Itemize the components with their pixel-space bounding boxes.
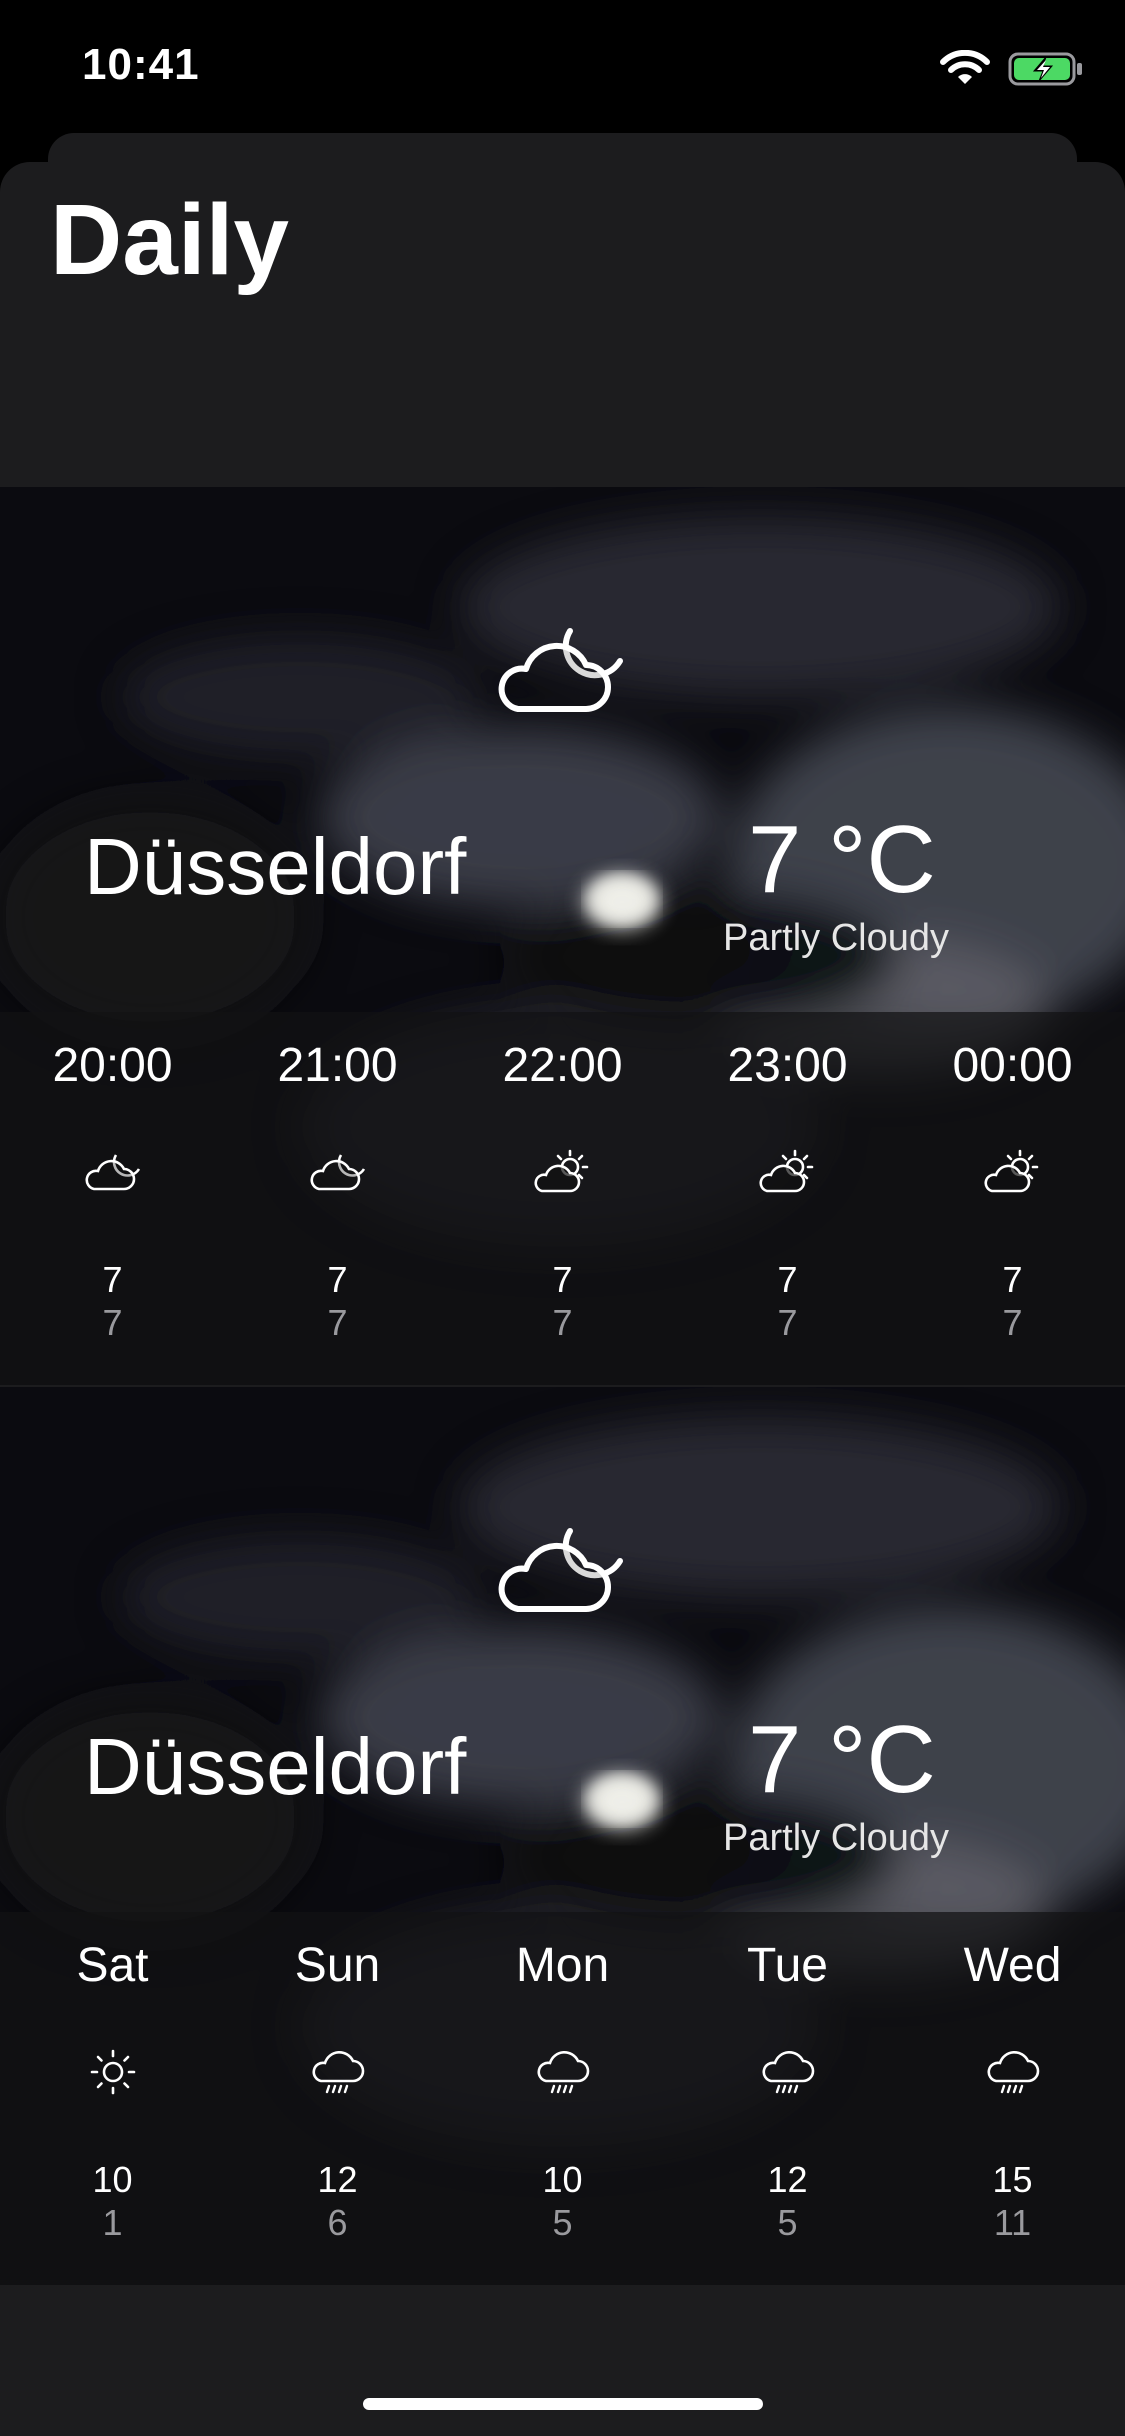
day-temp-low: 6 (327, 2202, 348, 2243)
day-temp-high: 10 (92, 2159, 133, 2200)
cloud-moon-icon (310, 1154, 366, 1191)
hour-label: 23:00 (727, 1039, 848, 1092)
current-temperature: 7 °C (748, 1706, 936, 1813)
rain-cloud-icon (537, 2051, 590, 2094)
hourly-item[interactable]: 23:00 7 7 (675, 1012, 900, 1385)
day-temp-high: 15 (992, 2159, 1033, 2200)
hour-temp-high: 7 (327, 1259, 348, 1300)
hourly-item[interactable]: 22:00 7 7 (450, 1012, 675, 1385)
day-temp-low: 1 (102, 2202, 123, 2243)
hour-temp-low: 7 (552, 1302, 573, 1343)
cloud-sun-icon (984, 1149, 1039, 1193)
daily-item[interactable]: Mon 10 5 (450, 1912, 675, 2285)
hour-label: 22:00 (502, 1039, 623, 1092)
day-label: Sat (76, 1939, 149, 1992)
daily-item[interactable]: Sat 10 1 (0, 1912, 225, 2285)
hour-temp-low: 7 (102, 1302, 123, 1343)
day-temp-high: 10 (542, 2159, 583, 2200)
status-time: 10:41 (82, 40, 200, 89)
daily-weather-card[interactable]: Düsseldorf 7 °C Partly Cloudy Sat 10 1 S… (0, 1387, 1125, 2285)
cloud-moon-icon (85, 1154, 141, 1191)
current-weather-header: Düsseldorf 7 °C Partly Cloudy (0, 487, 1125, 1012)
day-temp-low: 5 (552, 2202, 573, 2243)
hourly-item[interactable]: 20:00 7 7 (0, 1012, 225, 1385)
hour-temp-high: 7 (552, 1259, 573, 1300)
hourly-item[interactable]: 21:00 7 7 (225, 1012, 450, 1385)
day-temp-low: 11 (993, 2202, 1032, 2243)
day-temp-low: 5 (777, 2202, 798, 2243)
day-label: Tue (747, 1939, 828, 1992)
rain-cloud-icon (762, 2051, 815, 2094)
city-name: Düsseldorf (84, 1722, 467, 1811)
cloud-moon-icon (498, 1528, 623, 1612)
day-label: Sun (294, 1939, 381, 1992)
cloud-moon-icon (498, 628, 623, 712)
daily-item[interactable]: Tue 12 5 (675, 1912, 900, 2285)
hourly-weather-card[interactable]: Düsseldorf 7 °C Partly Cloudy 20:00 7 7 … (0, 487, 1125, 1385)
daily-forecast-strip[interactable]: Sat 10 1 Sun 12 6 Mon 10 5 Tue 12 5 Wed … (0, 1912, 1125, 2285)
day-temp-high: 12 (317, 2159, 358, 2200)
daily-item[interactable]: Sun 12 6 (225, 1912, 450, 2285)
home-indicator[interactable] (363, 2398, 763, 2410)
hour-temp-high: 7 (102, 1259, 123, 1300)
hour-label: 21:00 (277, 1039, 398, 1092)
cloud-sun-icon (534, 1149, 589, 1193)
current-condition: Partly Cloudy (723, 917, 949, 959)
current-temperature: 7 °C (748, 806, 936, 913)
cloud-sun-icon (759, 1149, 814, 1193)
day-temp-high: 12 (767, 2159, 808, 2200)
hour-temp-high: 7 (1002, 1259, 1023, 1300)
day-label: Wed (963, 1939, 1062, 1992)
hour-temp-low: 7 (1002, 1302, 1023, 1343)
page-title: Daily (50, 184, 290, 296)
daily-item[interactable]: Wed 15 11 (900, 1912, 1125, 2285)
hour-label: 00:00 (952, 1039, 1073, 1092)
current-condition: Partly Cloudy (723, 1817, 949, 1859)
wifi-icon (940, 50, 990, 84)
sun-icon (90, 2049, 136, 2095)
hourly-forecast-strip[interactable]: 20:00 7 7 21:00 7 7 22:00 7 7 23:00 7 7 … (0, 1012, 1125, 1385)
rain-cloud-icon (987, 2051, 1040, 2094)
rain-cloud-icon (312, 2051, 365, 2094)
hour-temp-low: 7 (327, 1302, 348, 1343)
hour-temp-low: 7 (777, 1302, 798, 1343)
hourly-item[interactable]: 00:00 7 7 (900, 1012, 1125, 1385)
battery-charging-icon (1008, 52, 1082, 86)
city-name: Düsseldorf (84, 822, 467, 911)
hour-label: 20:00 (52, 1039, 173, 1092)
status-bar: 10:41 (0, 0, 1125, 130)
current-weather-header: Düsseldorf 7 °C Partly Cloudy (0, 1387, 1125, 1912)
hour-temp-high: 7 (777, 1259, 798, 1300)
day-label: Mon (515, 1939, 610, 1992)
